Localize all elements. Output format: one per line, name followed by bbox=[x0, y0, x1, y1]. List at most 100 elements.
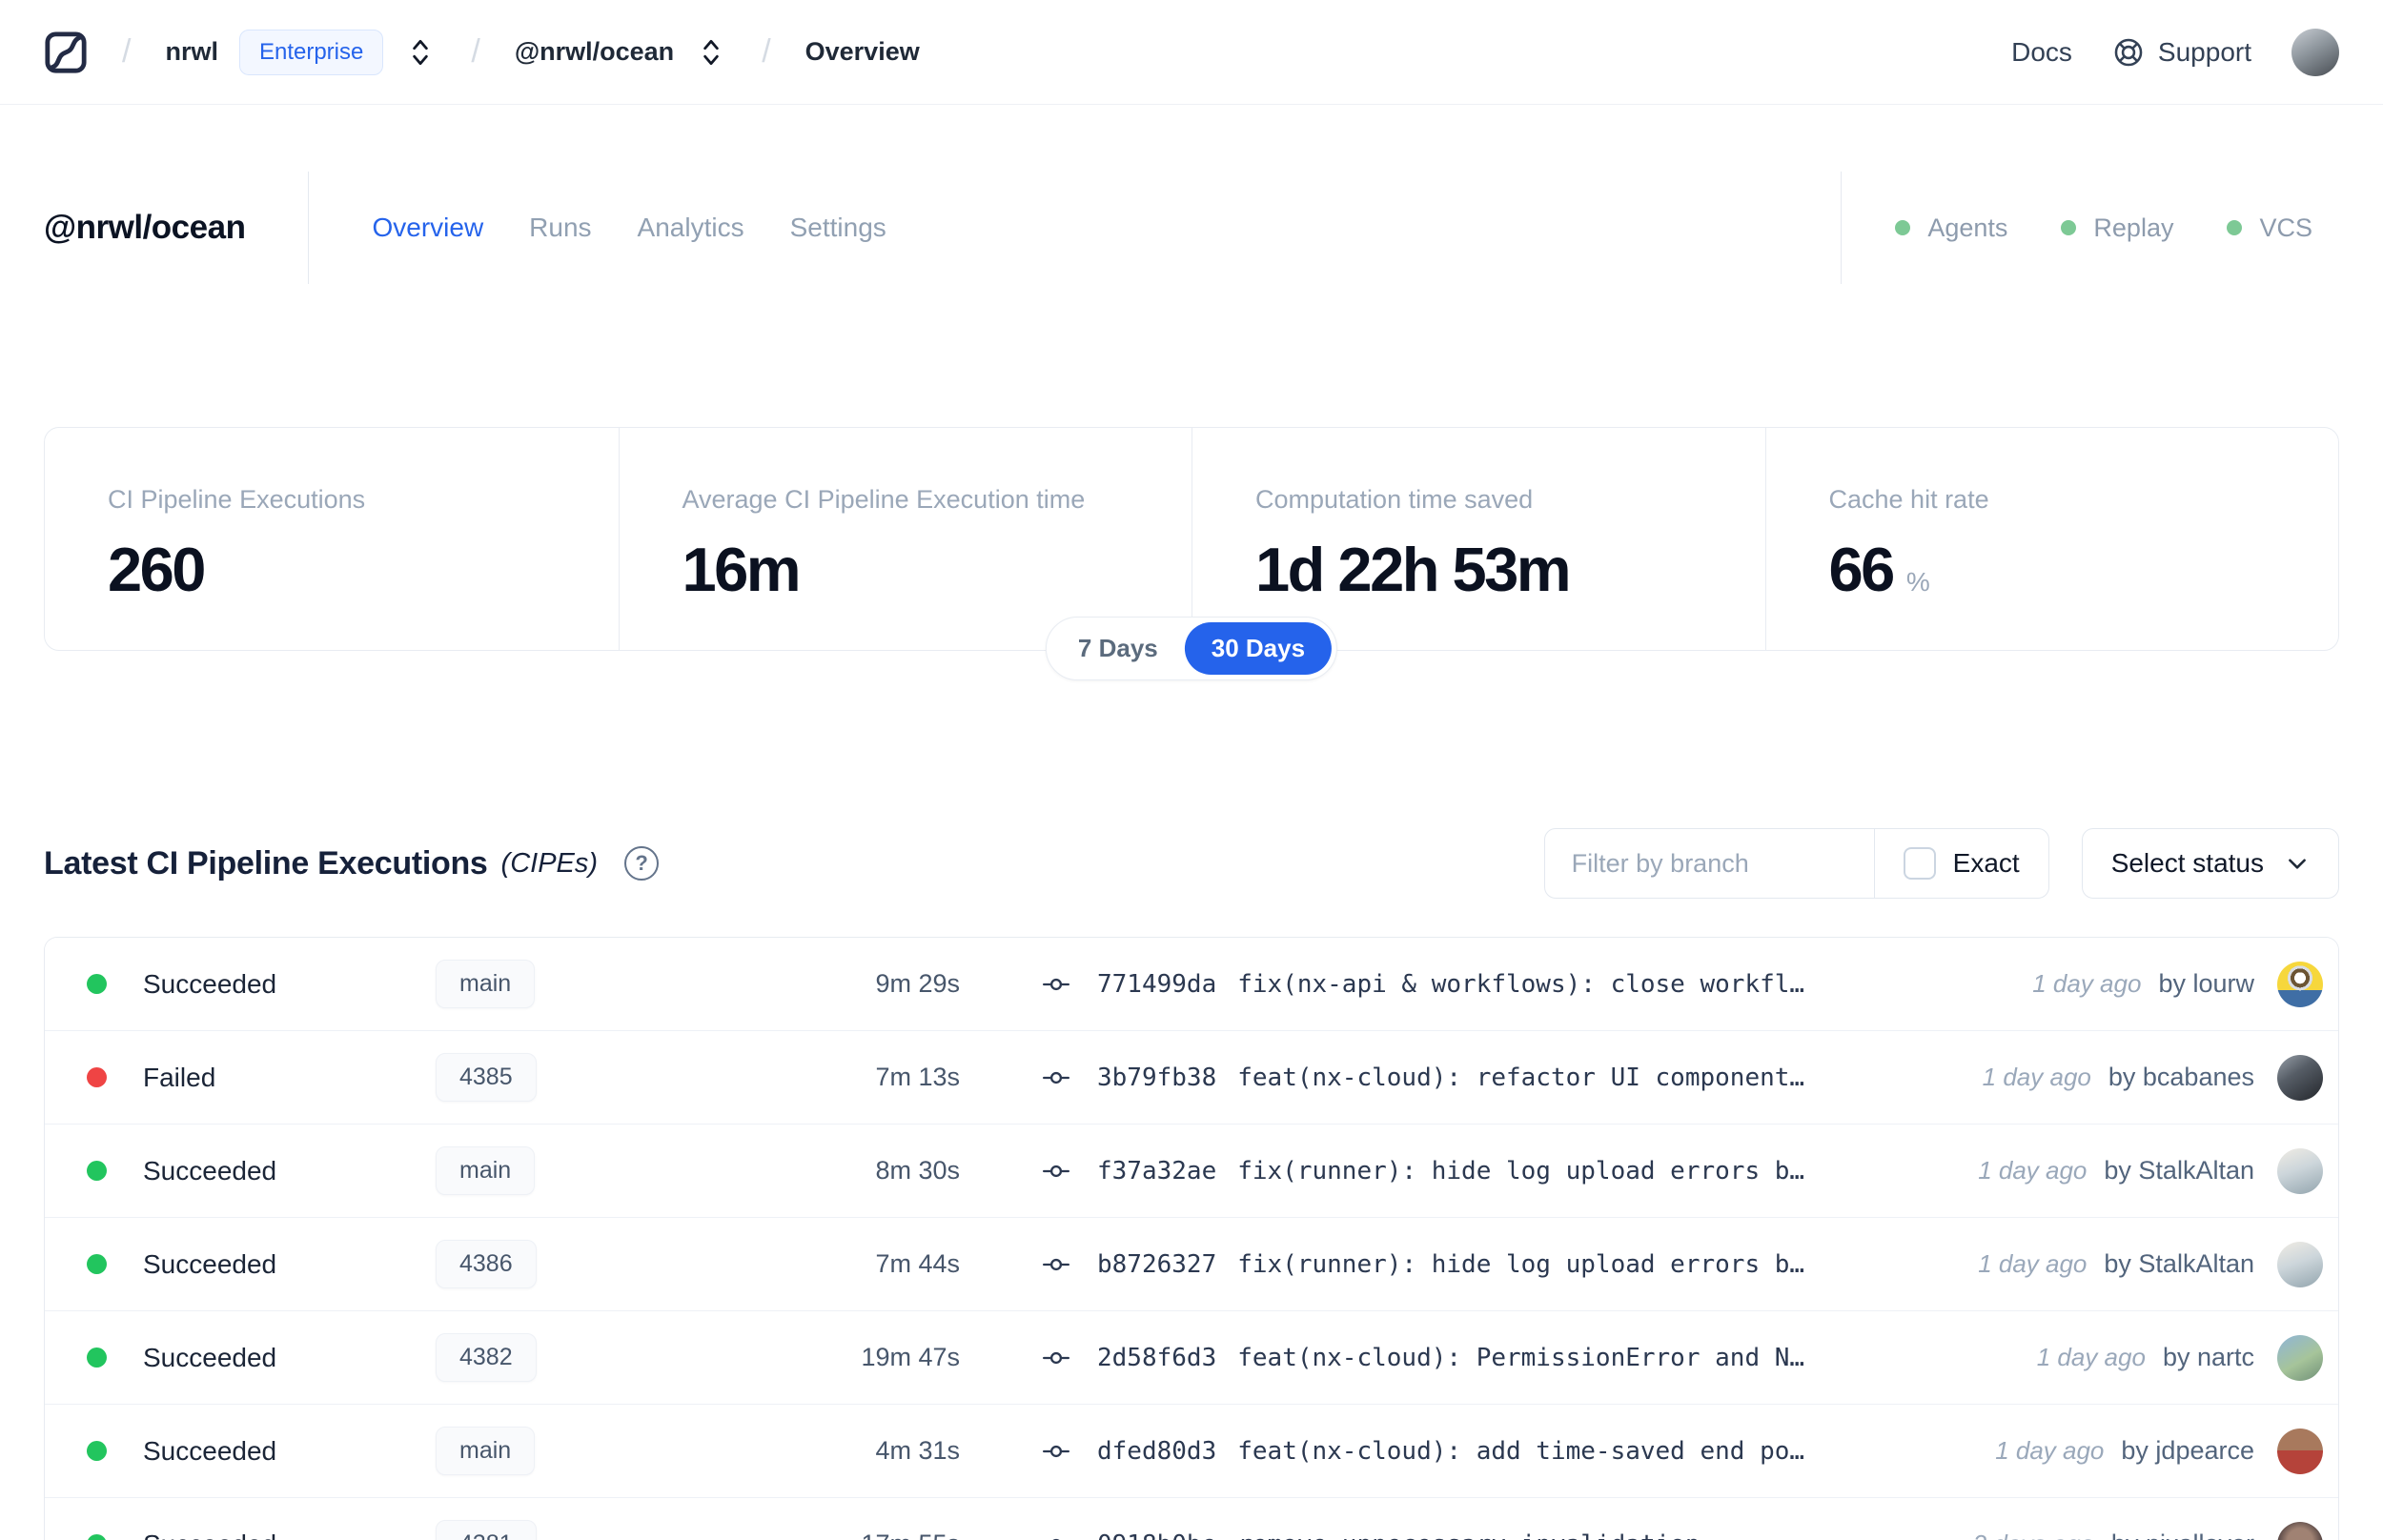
git-commit-icon bbox=[1043, 1258, 1069, 1270]
status-label: Failed bbox=[143, 1062, 216, 1092]
duration: 19m 47s bbox=[861, 1343, 960, 1371]
table-row[interactable]: Succeeded 4382 19m 47s 2d58f6d3 feat(nx-… bbox=[45, 1311, 2338, 1405]
commit-hash[interactable]: 0918b0be bbox=[1097, 1530, 1216, 1540]
commit-author: by lourw bbox=[2158, 969, 2254, 998]
breadcrumb: / nrwl Enterprise / @nrwl/ocean / Overvi… bbox=[44, 29, 920, 75]
duration: 17m 55s bbox=[674, 1530, 960, 1540]
status-label: Succeeded bbox=[143, 1435, 277, 1466]
integration-status-legend: Agents Replay VCS bbox=[1791, 172, 2339, 284]
commit-hash[interactable]: f37a32ae bbox=[1097, 1157, 1216, 1185]
status-label: Succeeded bbox=[143, 1248, 277, 1279]
duration: 9m 29s bbox=[875, 969, 960, 998]
author-avatar bbox=[2277, 1147, 2323, 1194]
nx-cloud-logo[interactable] bbox=[44, 30, 88, 74]
exact-match-toggle[interactable]: Exact bbox=[1875, 847, 2048, 880]
cipe-title: Latest CI Pipeline Executions bbox=[44, 844, 488, 881]
branch-badge[interactable]: main bbox=[436, 1427, 536, 1475]
help-icon[interactable]: ? bbox=[624, 846, 660, 881]
commit-message[interactable]: feat(nx-cloud): PermissionError and N… bbox=[1237, 1344, 1804, 1372]
org-switcher[interactable] bbox=[404, 32, 437, 72]
stat-cache-hit-rate: Cache hit rate 66 % bbox=[1764, 428, 2339, 650]
status-label: Succeeded bbox=[143, 968, 277, 999]
cipe-table: Succeeded main 9m 29s 771499da fix(nx-ap… bbox=[44, 937, 2339, 1540]
commit-message[interactable]: feat(nx-cloud): add time-saved end po… bbox=[1237, 1437, 1804, 1466]
branch-filter-input[interactable] bbox=[1544, 848, 1874, 879]
tab-runs[interactable]: Runs bbox=[529, 213, 591, 243]
status-dot bbox=[87, 1254, 107, 1274]
commit-time: 2 days ago bbox=[1973, 1530, 2094, 1540]
status-vcs: VCS bbox=[2227, 213, 2312, 243]
select-status-dropdown[interactable]: Select status bbox=[2081, 828, 2339, 899]
commit-hash[interactable]: b8726327 bbox=[1097, 1250, 1216, 1279]
status-label: Succeeded bbox=[143, 1155, 277, 1185]
breadcrumb-workspace[interactable]: @nrwl/ocean bbox=[515, 37, 674, 67]
table-row[interactable]: Succeeded main 4m 31s dfed80d3 feat(nx-c… bbox=[45, 1405, 2338, 1498]
git-commit-icon bbox=[1043, 1071, 1069, 1084]
branch-badge[interactable]: main bbox=[436, 1146, 536, 1195]
commit-message[interactable]: fix(runner): hide log upload errors b… bbox=[1237, 1157, 1804, 1185]
commit-message[interactable]: remove unnecessary invalidation bbox=[1237, 1530, 1700, 1540]
breadcrumb-separator: / bbox=[471, 33, 480, 70]
tab-settings[interactable]: Settings bbox=[790, 213, 886, 243]
commit-author: by StalkAltan bbox=[2104, 1249, 2254, 1278]
workspace-switcher[interactable] bbox=[695, 32, 727, 72]
commit-message[interactable]: fix(nx-api & workflows): close workfl… bbox=[1237, 970, 1804, 999]
author-avatar bbox=[2277, 1241, 2323, 1287]
commit-hash[interactable]: 3b79fb38 bbox=[1097, 1064, 1216, 1092]
table-row[interactable]: Succeeded main 8m 30s f37a32ae fix(runne… bbox=[45, 1125, 2338, 1218]
docs-link[interactable]: Docs bbox=[2011, 37, 2072, 68]
branch-filter-group: Exact bbox=[1543, 828, 2049, 899]
percent-suffix: % bbox=[1905, 567, 1930, 597]
tab-overview[interactable]: Overview bbox=[372, 213, 483, 243]
table-row[interactable]: Failed 4385 7m 13s 3b79fb38 feat(nx-clou… bbox=[45, 1031, 2338, 1125]
commit-message[interactable]: fix(runner): hide log upload errors b… bbox=[1237, 1250, 1804, 1279]
author-avatar bbox=[2277, 1334, 2323, 1381]
exact-checkbox[interactable] bbox=[1903, 847, 1936, 880]
commit-author: by jdpearce bbox=[2121, 1436, 2254, 1465]
commit-author: by StalkAltan bbox=[2104, 1156, 2254, 1185]
enterprise-badge: Enterprise bbox=[238, 29, 384, 75]
duration: 7m 44s bbox=[875, 1249, 960, 1278]
range-7-days[interactable]: 7 Days bbox=[1051, 622, 1185, 675]
range-30-days[interactable]: 30 Days bbox=[1184, 622, 1333, 675]
branch-badge[interactable]: main bbox=[436, 960, 536, 1008]
divider bbox=[308, 172, 310, 284]
status-dot bbox=[87, 1067, 107, 1087]
commit-time: 1 day ago bbox=[1982, 1063, 2091, 1091]
commit-time: 1 day ago bbox=[1995, 1436, 2105, 1465]
breadcrumb-separator: / bbox=[122, 33, 132, 70]
branch-badge[interactable]: 4386 bbox=[436, 1240, 537, 1288]
user-avatar[interactable] bbox=[2291, 28, 2339, 76]
status-dot bbox=[87, 1161, 107, 1181]
git-commit-icon bbox=[1043, 978, 1069, 990]
author-avatar bbox=[2277, 1521, 2323, 1540]
branch-badge[interactable]: 4381 bbox=[436, 1520, 537, 1540]
author-avatar bbox=[2277, 1428, 2323, 1474]
breadcrumb-org[interactable]: nrwl bbox=[165, 37, 218, 67]
commit-author: by nixallover bbox=[2111, 1530, 2254, 1540]
status-replay: Replay bbox=[2061, 213, 2173, 243]
lifebuoy-icon bbox=[2112, 36, 2145, 69]
commit-message[interactable]: feat(nx-cloud): refactor UI component… bbox=[1237, 1064, 1804, 1092]
table-row[interactable]: Succeeded main 9m 29s 771499da fix(nx-ap… bbox=[45, 938, 2338, 1031]
commit-time: 1 day ago bbox=[2036, 1343, 2146, 1371]
workspace-header: @nrwl/ocean Overview Runs Analytics Sett… bbox=[0, 172, 2383, 284]
commit-time: 1 day ago bbox=[1978, 1156, 2088, 1185]
stat-ci-pipeline-executions: CI Pipeline Executions 260 bbox=[108, 485, 366, 604]
status-dot bbox=[87, 1441, 107, 1461]
top-nav: / nrwl Enterprise / @nrwl/ocean / Overvi… bbox=[0, 0, 2383, 105]
table-row[interactable]: Succeeded 4381 17m 55s 0918b0be remove u… bbox=[45, 1498, 2338, 1540]
branch-badge[interactable]: 4385 bbox=[436, 1053, 537, 1102]
branch-badge[interactable]: 4382 bbox=[436, 1333, 537, 1382]
status-agents: Agents bbox=[1895, 213, 2007, 243]
support-link[interactable]: Support bbox=[2112, 36, 2251, 69]
status-dot bbox=[87, 974, 107, 994]
commit-hash[interactable]: 771499da bbox=[1097, 970, 1216, 999]
commit-hash[interactable]: 2d58f6d3 bbox=[1097, 1344, 1216, 1372]
commit-hash[interactable]: dfed80d3 bbox=[1097, 1437, 1216, 1466]
breadcrumb-separator: / bbox=[762, 33, 771, 70]
status-dot bbox=[87, 1348, 107, 1368]
tab-analytics[interactable]: Analytics bbox=[638, 213, 744, 243]
table-row[interactable]: Succeeded 4386 7m 44s b8726327 fix(runne… bbox=[45, 1218, 2338, 1311]
workspace-tabs: Overview Runs Analytics Settings bbox=[372, 213, 886, 243]
